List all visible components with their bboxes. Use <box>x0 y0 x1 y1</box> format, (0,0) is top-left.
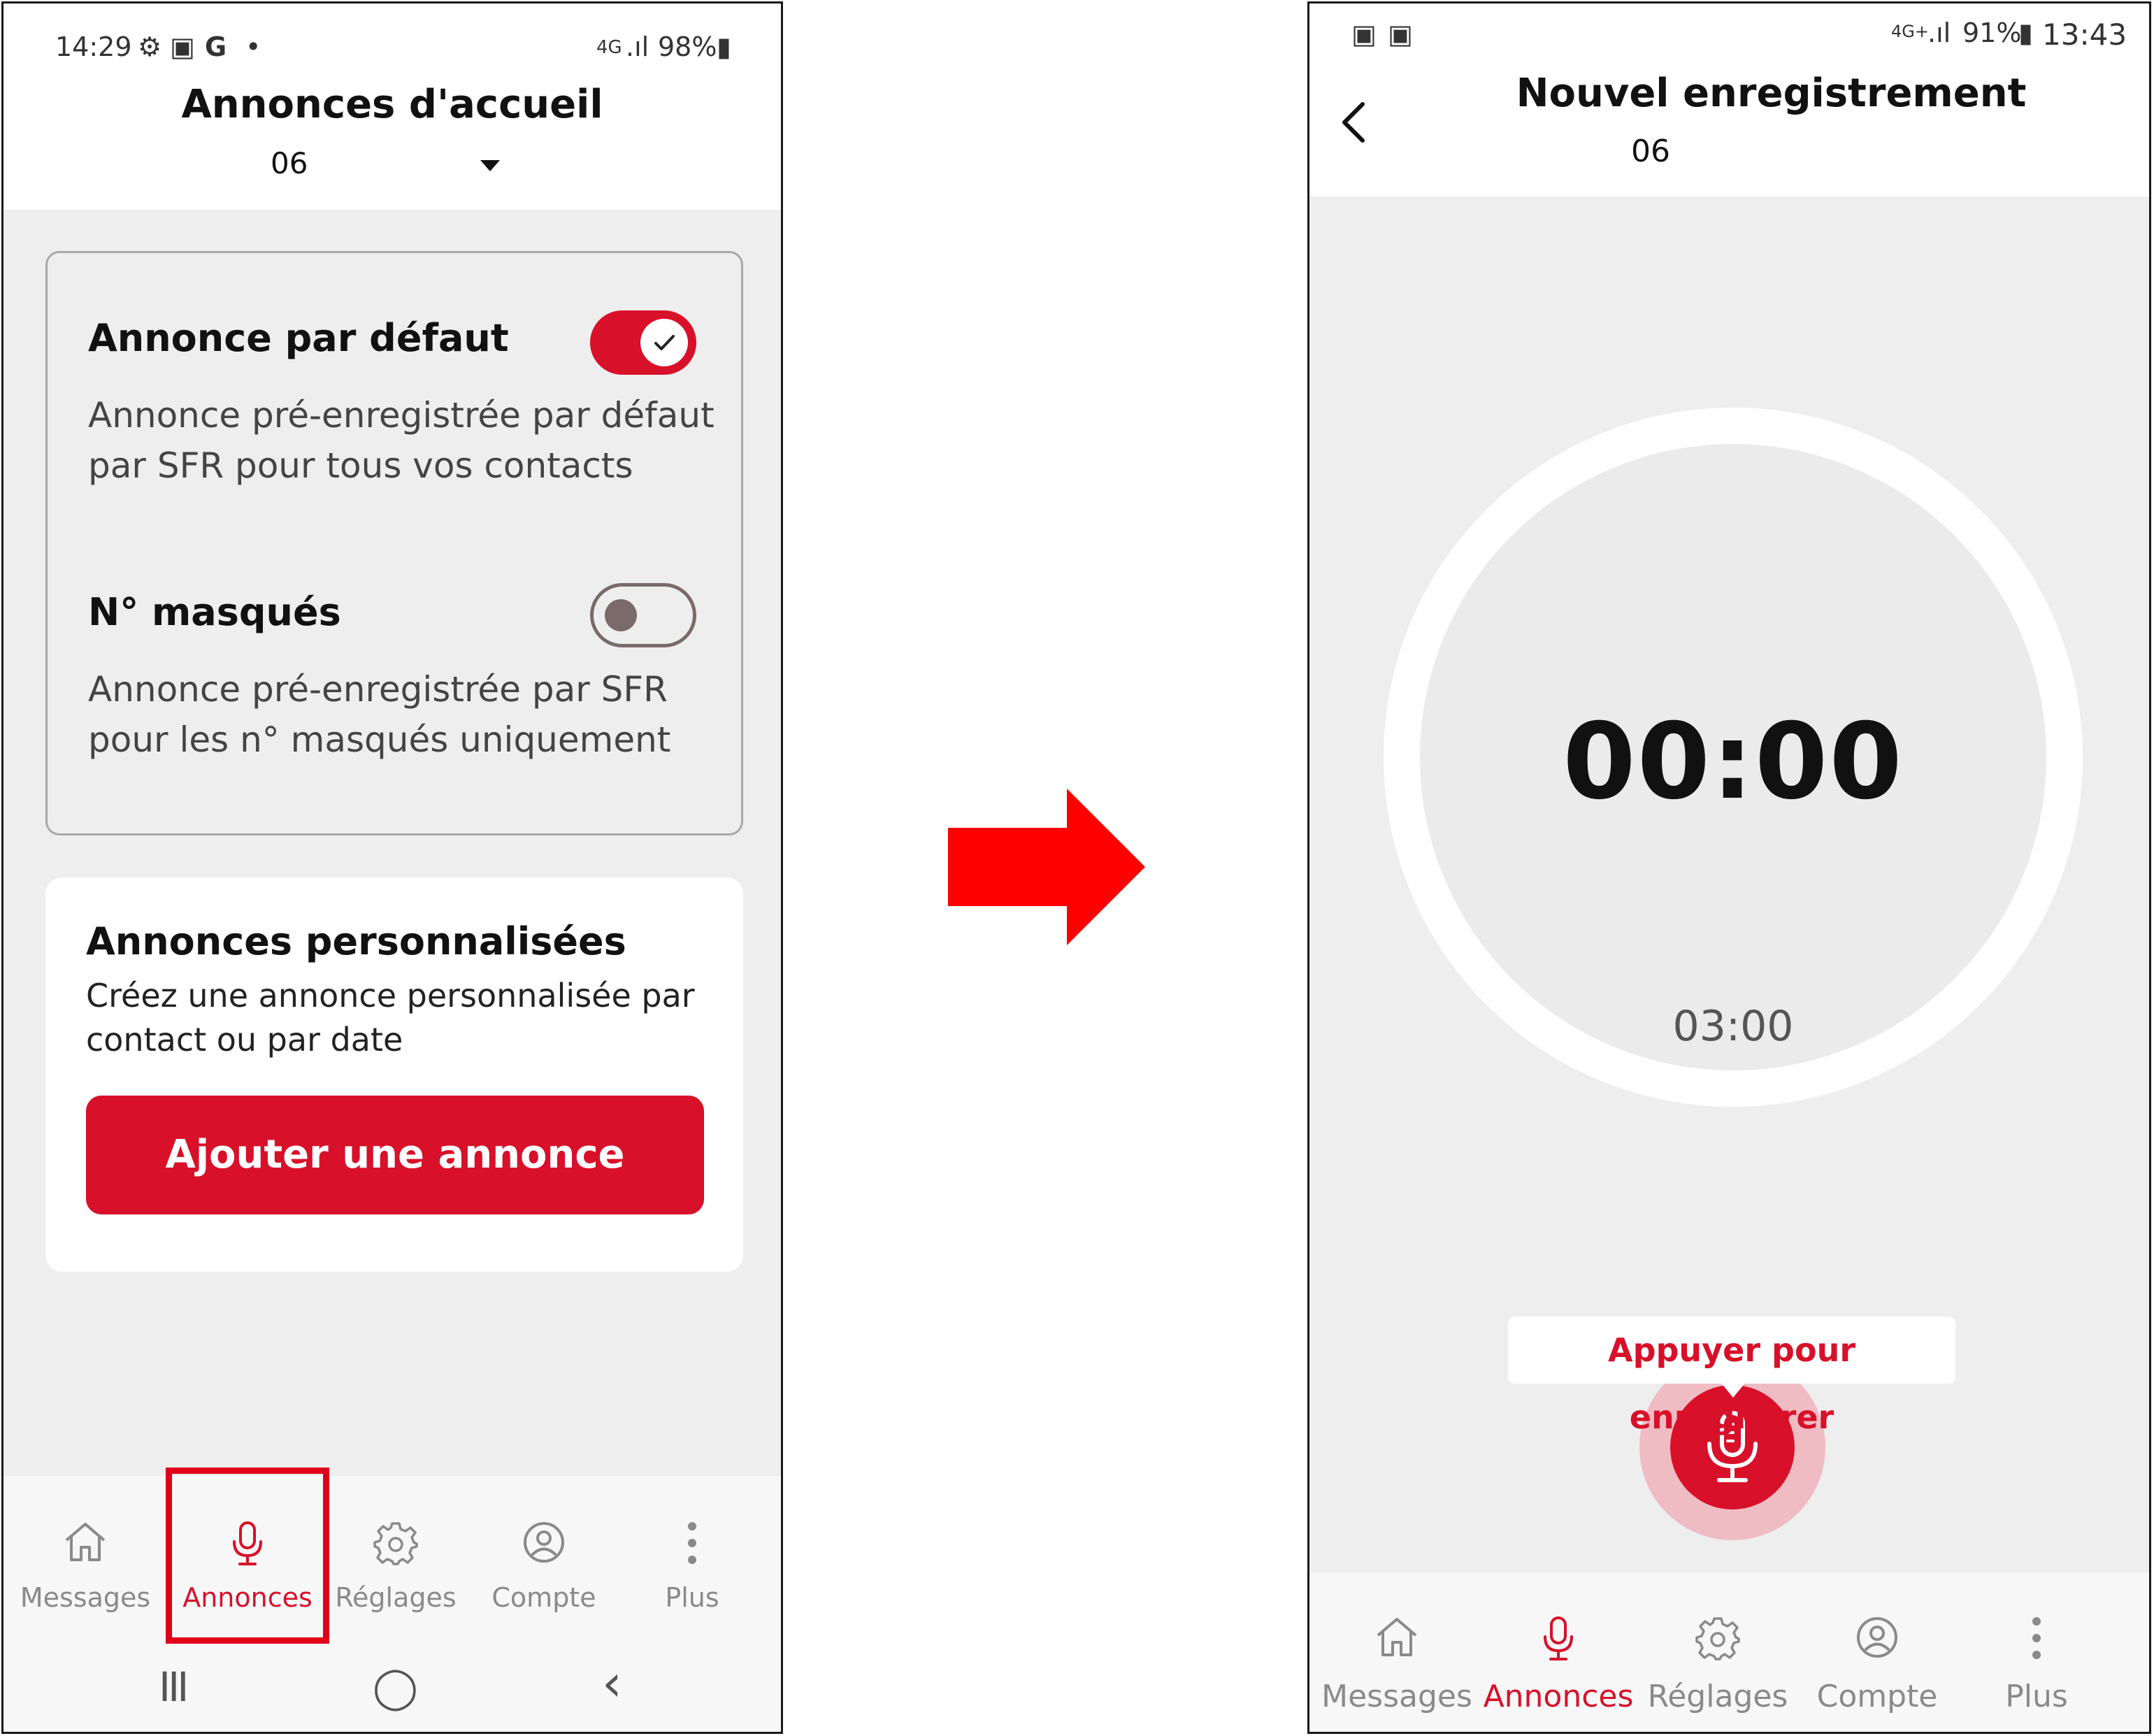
gallery-status-icon: ▣ <box>170 31 195 62</box>
masked-numbers-description: Annonce pré-enregistrée par SFR pour les… <box>88 669 671 760</box>
nav-item-annonces[interactable]: Annonces <box>1483 1572 1634 1732</box>
home-button[interactable]: ◯ <box>373 1663 418 1711</box>
line-selector-value[interactable]: 06 <box>271 146 308 180</box>
home-icon <box>1377 1618 1417 1656</box>
toggle-knob <box>640 319 688 366</box>
voicemail-status-icon: ▣ <box>1388 19 1413 50</box>
network-type: 4G+ <box>1891 22 1929 41</box>
back-button[interactable]: ‹ <box>602 1653 622 1712</box>
status-bar: 14:29 ⚙ ▣ G • 4G .ıl 98% ▮ <box>3 3 781 80</box>
default-announcement-title: Annonce par défaut <box>88 316 509 360</box>
check-icon <box>654 335 675 350</box>
nav-item-compte[interactable]: Compte <box>478 1476 610 1638</box>
line-number: 06 <box>1631 134 1670 169</box>
nav-label-messages: Messages <box>1321 1679 1472 1714</box>
nav-label-compte: Compte <box>491 1582 596 1613</box>
google-status-icon: G <box>205 31 227 62</box>
battery-level: 91% <box>1962 17 2022 48</box>
header: 14:29 ⚙ ▣ G • 4G .ıl 98% ▮ Annonces d'ac… <box>3 3 781 210</box>
default-announcements-card: Annonce par défaut Annonce pré-enregistr… <box>45 251 743 835</box>
gallery-status-icon: ▣ <box>1351 19 1377 50</box>
bottom-navigation: Messages Annonces Réglages Compte Plus <box>1309 1572 2149 1732</box>
tooltip-pointer <box>1721 1382 1746 1398</box>
nav-item-plus[interactable]: Plus <box>626 1476 759 1638</box>
elapsed-time: 00:00 <box>1563 701 1904 823</box>
phone-screen-annonces: 14:29 ⚙ ▣ G • 4G .ıl 98% ▮ Annonces d'ac… <box>1 1 783 1734</box>
dot-status-icon: • <box>245 31 261 62</box>
nav-item-reglages[interactable]: Réglages <box>329 1476 462 1638</box>
toggle-knob <box>605 599 637 631</box>
home-icon <box>65 1523 106 1561</box>
masked-numbers-title: N° masqués <box>88 590 341 634</box>
custom-announcements-description: Créez une annonce personnalisée par cont… <box>86 977 695 1059</box>
page-title: Annonces d'accueil <box>181 82 603 127</box>
network-type: 4G <box>596 37 622 58</box>
more-vertical-icon <box>2032 1617 2041 1659</box>
page-title: Nouvel enregistrement <box>1516 71 2027 116</box>
nav-label-messages: Messages <box>20 1582 151 1613</box>
default-announcement-description: Annonce pré-enregistrée par défaut par S… <box>88 395 715 486</box>
account-icon <box>524 1522 564 1563</box>
nav-label-plus: Plus <box>665 1582 719 1613</box>
add-announcement-button[interactable]: Ajouter une annonce <box>86 1096 704 1214</box>
bottom-navigation: Messages Annonces Réglages Compte Plus <box>3 1476 781 1638</box>
recents-button[interactable]: III <box>159 1663 189 1711</box>
record-hint-tooltip: Appuyer pour enregistrer <box>1508 1317 1955 1436</box>
nav-label-reglages: Réglages <box>335 1582 457 1613</box>
signal-icon: .ıl <box>1927 17 1951 48</box>
account-icon <box>1857 1617 1897 1658</box>
battery-level: 98% <box>658 31 717 62</box>
nav-label-plus: Plus <box>2005 1679 2068 1714</box>
microphone-icon <box>1544 1616 1573 1660</box>
arrow-right-icon <box>948 789 1145 945</box>
nav-item-reglages[interactable]: Réglages <box>1642 1572 1793 1732</box>
battery-icon: ▮ <box>717 31 731 62</box>
nav-item-messages[interactable]: Messages <box>1321 1572 1473 1732</box>
nav-label-compte: Compte <box>1816 1679 1938 1714</box>
settings-status-icon: ⚙ <box>138 31 162 62</box>
battery-icon: ▮ <box>2018 17 2033 48</box>
gear-icon <box>373 1522 418 1565</box>
max-duration: 03:00 <box>1672 1002 1794 1051</box>
status-time: 13:43 <box>2042 17 2127 52</box>
custom-announcements-card: Annonces personnalisées Créez une annonc… <box>45 877 743 1272</box>
custom-announcements-title: Annonces personnalisées <box>86 919 626 963</box>
nav-label-annonces: Annonces <box>1483 1679 1634 1714</box>
nav-item-messages[interactable]: Messages <box>19 1476 152 1638</box>
signal-icon: .ıl <box>626 31 649 62</box>
header: ▣ ▣ 4G+ .ıl 91% ▮ 13:43 Nouvel enregistr… <box>1309 3 2149 196</box>
status-time: 14:29 <box>55 31 132 62</box>
gear-icon <box>1695 1617 1740 1660</box>
annonces-tab-highlight <box>166 1468 329 1644</box>
phone-screen-new-recording: ▣ ▣ 4G+ .ıl 91% ▮ 13:43 Nouvel enregistr… <box>1307 1 2151 1734</box>
default-announcement-toggle[interactable] <box>590 310 696 375</box>
masked-numbers-toggle[interactable] <box>590 583 696 647</box>
status-bar: ▣ ▣ 4G+ .ıl 91% ▮ 13:43 <box>1309 3 2149 80</box>
recording-timer-ring: 00:00 03:00 <box>1384 408 2083 1107</box>
chevron-down-icon[interactable] <box>480 160 500 171</box>
nav-label-reglages: Réglages <box>1647 1679 1788 1714</box>
more-vertical-icon <box>688 1522 696 1564</box>
system-navigation-bar: III ◯ ‹ <box>3 1638 781 1732</box>
nav-item-compte[interactable]: Compte <box>1802 1572 1953 1732</box>
nav-item-plus[interactable]: Plus <box>1961 1572 2112 1732</box>
